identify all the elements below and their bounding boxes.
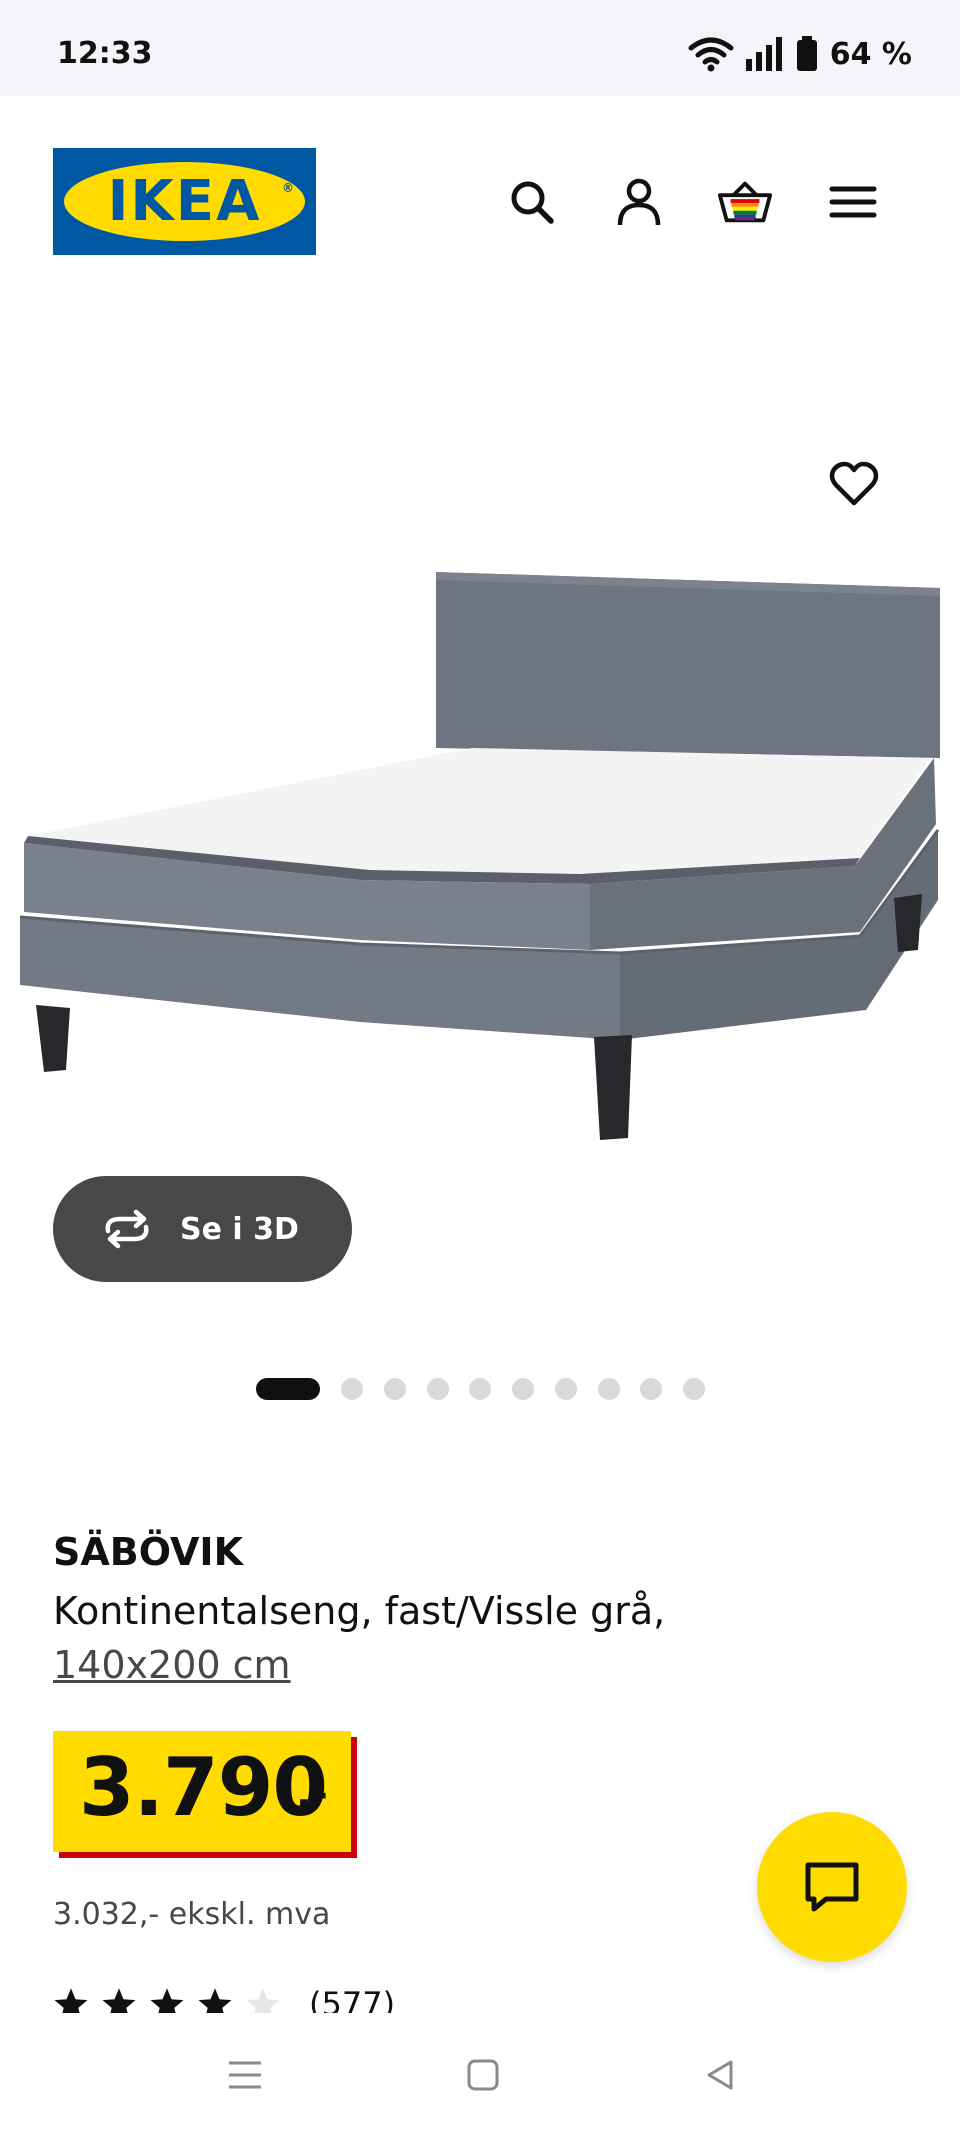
wifi-icon bbox=[688, 37, 734, 72]
rotate-3d-icon bbox=[105, 1209, 149, 1249]
carousel-dot[interactable] bbox=[427, 1378, 449, 1400]
battery-icon bbox=[796, 36, 817, 71]
home-icon[interactable] bbox=[463, 2055, 503, 2095]
price-excl-vat: 3.032,- ekskl. mva bbox=[53, 1897, 331, 1932]
chat-button[interactable] bbox=[757, 1812, 907, 1962]
logo-text: IKEA bbox=[107, 169, 262, 234]
carousel-dot[interactable] bbox=[640, 1378, 662, 1400]
price-tag: 3.790 ,- bbox=[53, 1731, 351, 1852]
product-size-link[interactable]: 140x200 cm bbox=[53, 1643, 291, 1687]
recents-icon[interactable] bbox=[225, 2055, 265, 2095]
user-icon[interactable] bbox=[611, 174, 667, 230]
product-image[interactable] bbox=[0, 540, 960, 1160]
status-bar: 12:33 64 % bbox=[0, 0, 960, 96]
heart-icon bbox=[829, 461, 879, 506]
registered-mark: ® bbox=[282, 181, 294, 195]
ikea-logo[interactable]: IKEA ® bbox=[53, 148, 316, 255]
product-name: SÄBÖVIK bbox=[53, 1530, 244, 1574]
status-time: 12:33 bbox=[57, 36, 153, 71]
carousel-dot[interactable] bbox=[512, 1378, 534, 1400]
image-carousel-indicator bbox=[0, 1378, 960, 1400]
battery-level: 64 % bbox=[829, 36, 912, 72]
view-3d-button[interactable]: Se i 3D bbox=[53, 1176, 352, 1282]
favorite-button[interactable] bbox=[824, 456, 884, 512]
carousel-dot-active[interactable] bbox=[256, 1378, 320, 1400]
view-3d-label: Se i 3D bbox=[180, 1211, 299, 1247]
carousel-dot[interactable] bbox=[683, 1378, 705, 1400]
price-decimal: ,- bbox=[296, 1771, 328, 1817]
carousel-dot[interactable] bbox=[341, 1378, 363, 1400]
carousel-dot[interactable] bbox=[469, 1378, 491, 1400]
product-description: Kontinentalseng, fast/Vissle grå, 140x20… bbox=[53, 1584, 813, 1692]
price-integer: 3.790 bbox=[79, 1741, 328, 1834]
carousel-dot[interactable] bbox=[598, 1378, 620, 1400]
back-icon[interactable] bbox=[700, 2055, 740, 2095]
carousel-dot[interactable] bbox=[384, 1378, 406, 1400]
basket-icon[interactable] bbox=[717, 174, 773, 230]
search-icon[interactable] bbox=[504, 174, 560, 230]
product-type: Kontinentalseng, fast/Vissle grå, bbox=[53, 1589, 666, 1633]
status-icons: 64 % bbox=[688, 34, 912, 74]
chat-icon bbox=[805, 1862, 859, 1912]
carousel-dot[interactable] bbox=[555, 1378, 577, 1400]
system-nav-bar bbox=[0, 2013, 960, 2133]
signal-icon bbox=[745, 37, 782, 71]
menu-icon[interactable] bbox=[825, 174, 881, 230]
